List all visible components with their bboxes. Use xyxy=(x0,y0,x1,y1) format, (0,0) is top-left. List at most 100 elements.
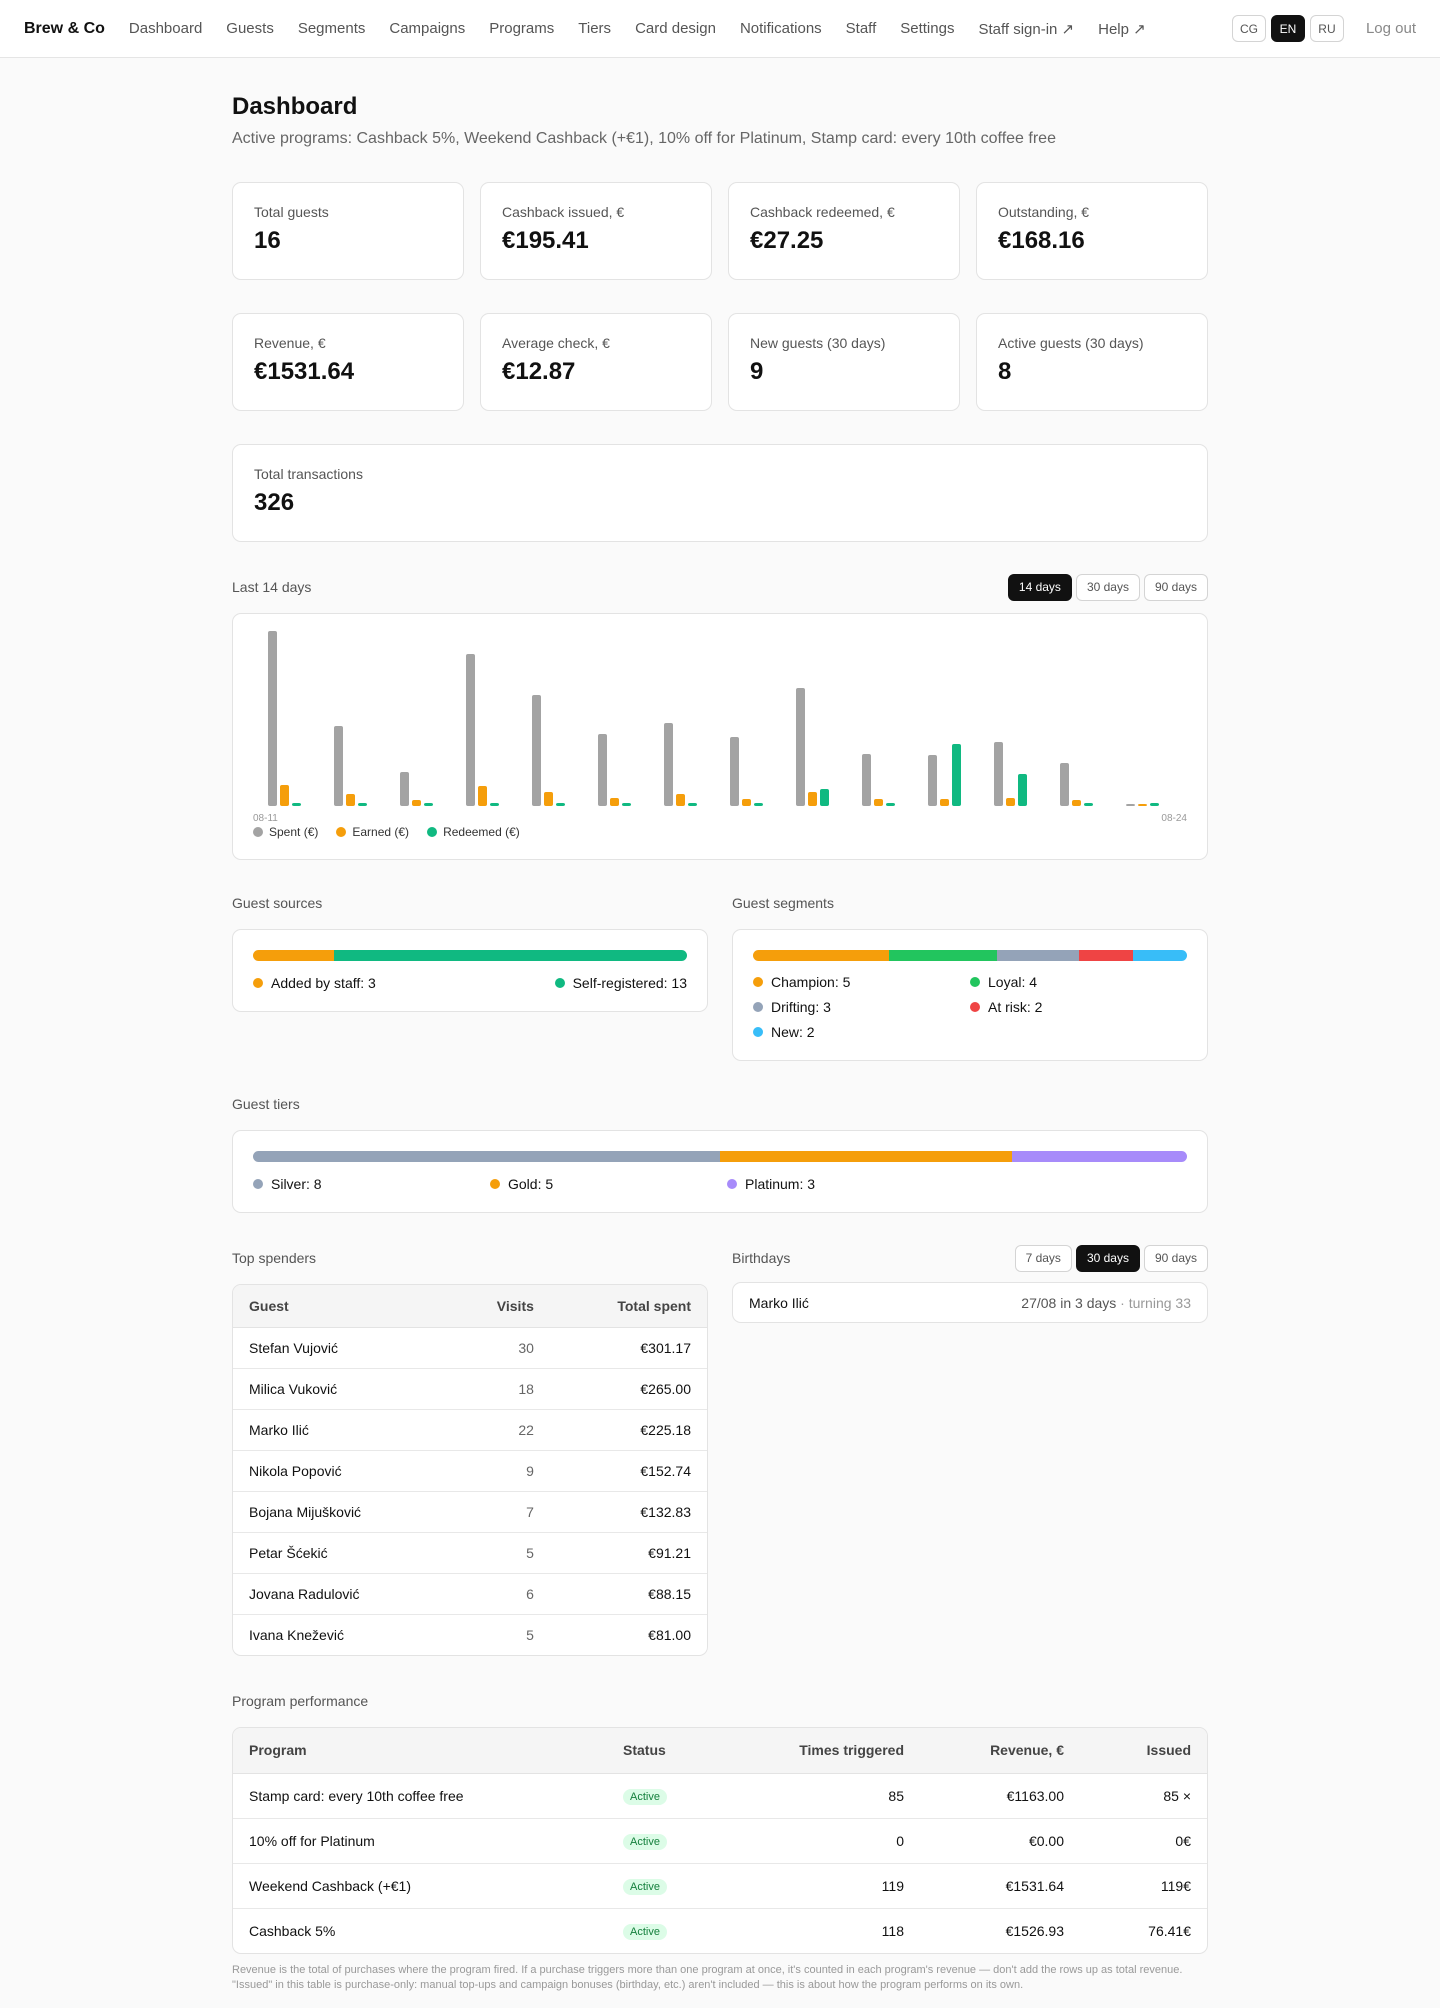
bar-redeemed-08-18[interactable] xyxy=(754,803,763,806)
logout-link[interactable]: Log out xyxy=(1366,20,1416,37)
nav-item-tiers[interactable]: Tiers xyxy=(578,20,611,37)
program-name[interactable]: Weekend Cashback (+€1) xyxy=(233,1863,607,1909)
table-row[interactable]: Stefan Vujović 30 €301.17 xyxy=(233,1327,707,1369)
language-button-cg[interactable]: CG xyxy=(1231,15,1266,42)
program-name[interactable]: Cashback 5% xyxy=(233,1908,607,1953)
birthday-guest-name[interactable]: Marko Ilić xyxy=(749,1295,809,1311)
nav-item-guests[interactable]: Guests xyxy=(226,20,274,37)
birthday-item[interactable]: Marko Ilić 27/08 in 3 days · turning 33 xyxy=(732,1282,1208,1323)
bar-redeemed-08-24[interactable] xyxy=(1150,803,1159,806)
bar-earned-08-16[interactable] xyxy=(610,798,619,806)
bar-spent-08-14[interactable] xyxy=(466,654,475,806)
program-name[interactable]: 10% off for Platinum xyxy=(233,1818,607,1864)
bar-spent-08-23[interactable] xyxy=(1060,763,1069,806)
nav-item-segments[interactable]: Segments xyxy=(298,20,366,37)
nav-item-card-design[interactable]: Card design xyxy=(635,20,716,37)
nav-item-staff[interactable]: Staff xyxy=(846,20,877,37)
language-button-en[interactable]: EN xyxy=(1270,15,1305,42)
range-button-30-days[interactable]: 30 days xyxy=(1075,1244,1140,1272)
bar-redeemed-08-22[interactable] xyxy=(1018,774,1027,806)
table-row[interactable]: Ivana Knežević 5 €81.00 xyxy=(233,1614,707,1655)
guest-name[interactable]: Stefan Vujović xyxy=(233,1327,448,1369)
bar-earned-08-19[interactable] xyxy=(808,792,817,806)
guest-name[interactable]: Nikola Popović xyxy=(233,1450,448,1492)
bar-spent-08-13[interactable] xyxy=(400,772,409,806)
bar-earned-08-13[interactable] xyxy=(412,800,421,806)
range-button-30-days[interactable]: 30 days xyxy=(1075,573,1140,601)
nav-item-settings[interactable]: Settings xyxy=(900,20,954,37)
table-row[interactable]: Nikola Popović 9 €152.74 xyxy=(233,1450,707,1492)
column-header-issued[interactable]: Issued xyxy=(1080,1728,1207,1774)
range-button-90-days[interactable]: 90 days xyxy=(1143,1244,1208,1272)
range-button-14-days[interactable]: 14 days xyxy=(1007,573,1072,601)
bar-earned-08-23[interactable] xyxy=(1072,800,1081,806)
bar-spent-08-20[interactable] xyxy=(862,754,871,806)
table-row[interactable]: Bojana Mijušković 7 €132.83 xyxy=(233,1491,707,1533)
nav-item-help[interactable]: Help ↗ xyxy=(1098,20,1146,38)
bar-spent-08-15[interactable] xyxy=(532,695,541,806)
guest-name[interactable]: Petar Šćekić xyxy=(233,1532,448,1574)
column-header-status[interactable]: Status xyxy=(607,1728,757,1774)
bar-redeemed-08-20[interactable] xyxy=(886,803,895,806)
bar-spent-08-24[interactable] xyxy=(1126,804,1135,806)
table-row[interactable]: Petar Šćekić 5 €91.21 xyxy=(233,1532,707,1574)
bar-redeemed-08-21[interactable] xyxy=(952,744,961,806)
bar-redeemed-08-14[interactable] xyxy=(490,803,499,806)
guest-name[interactable]: Marko Ilić xyxy=(233,1409,448,1451)
bar-redeemed-08-11[interactable] xyxy=(292,803,301,806)
bar-earned-08-11[interactable] xyxy=(280,785,289,806)
bar-earned-08-15[interactable] xyxy=(544,792,553,806)
bar-redeemed-08-17[interactable] xyxy=(688,803,697,806)
guest-name[interactable]: Milica Vuković xyxy=(233,1368,448,1410)
nav-item-notifications[interactable]: Notifications xyxy=(740,20,822,37)
bar-redeemed-08-23[interactable] xyxy=(1084,803,1093,806)
bar-earned-08-20[interactable] xyxy=(874,799,883,806)
bar-redeemed-08-12[interactable] xyxy=(358,803,367,806)
column-header-revenue[interactable]: Revenue, € xyxy=(920,1728,1080,1774)
column-header-program[interactable]: Program xyxy=(233,1728,607,1774)
bar-earned-08-21[interactable] xyxy=(940,799,949,806)
nav-item-programs[interactable]: Programs xyxy=(489,20,554,37)
column-header-total-spent[interactable]: Total spent xyxy=(549,1285,707,1328)
guest-name[interactable]: Ivana Knežević xyxy=(233,1614,447,1655)
table-row[interactable]: Stamp card: every 10th coffee free Activ… xyxy=(233,1773,1207,1819)
table-row[interactable]: 10% off for Platinum Active 0 €0.00 0€ xyxy=(233,1818,1207,1864)
language-button-ru[interactable]: RU xyxy=(1309,15,1344,42)
bar-redeemed-08-19[interactable] xyxy=(820,789,829,806)
guest-name[interactable]: Bojana Mijušković xyxy=(233,1491,448,1533)
bar-earned-08-18[interactable] xyxy=(742,799,751,806)
column-header-guest[interactable]: Guest xyxy=(233,1285,448,1328)
range-button-7-days[interactable]: 7 days xyxy=(1014,1244,1072,1272)
bar-redeemed-08-13[interactable] xyxy=(424,803,433,806)
table-row[interactable]: Marko Ilić 22 €225.18 xyxy=(233,1409,707,1451)
bar-earned-08-17[interactable] xyxy=(676,794,685,806)
nav-item-dashboard[interactable]: Dashboard xyxy=(129,20,202,37)
table-row[interactable]: Cashback 5% Active 118 €1526.93 76.41€ xyxy=(233,1908,1207,1953)
bar-spent-08-17[interactable] xyxy=(664,723,673,806)
range-button-90-days[interactable]: 90 days xyxy=(1143,573,1208,601)
table-row[interactable]: Weekend Cashback (+€1) Active 119 €1531.… xyxy=(233,1863,1207,1909)
bar-spent-08-16[interactable] xyxy=(598,734,607,806)
bar-earned-08-12[interactable] xyxy=(346,794,355,806)
bar-earned-08-14[interactable] xyxy=(478,786,487,806)
bar-redeemed-08-15[interactable] xyxy=(556,803,565,806)
guest-name[interactable]: Jovana Radulović xyxy=(233,1573,448,1615)
brand-logo[interactable]: Brew & Co xyxy=(24,20,105,38)
bar-spent-08-19[interactable] xyxy=(796,688,805,806)
bar-earned-08-24[interactable] xyxy=(1138,804,1147,806)
column-header-visits[interactable]: Visits xyxy=(447,1285,550,1328)
bar-spent-08-22[interactable] xyxy=(994,742,1003,806)
nav-item-staff-sign-in[interactable]: Staff sign-in ↗ xyxy=(978,20,1074,38)
bar-spent-08-11[interactable] xyxy=(268,631,277,806)
bar-earned-08-22[interactable] xyxy=(1006,798,1015,806)
nav-item-campaigns[interactable]: Campaigns xyxy=(389,20,465,37)
program-name[interactable]: Stamp card: every 10th coffee free xyxy=(233,1773,607,1819)
bar-spent-08-18[interactable] xyxy=(730,737,739,806)
column-header-times-triggered[interactable]: Times triggered xyxy=(757,1728,920,1774)
total-spent: €91.21 xyxy=(549,1532,707,1574)
table-row[interactable]: Jovana Radulović 6 €88.15 xyxy=(233,1573,707,1615)
table-row[interactable]: Milica Vuković 18 €265.00 xyxy=(233,1368,707,1410)
bar-spent-08-21[interactable] xyxy=(928,755,937,806)
bar-spent-08-12[interactable] xyxy=(334,726,343,806)
bar-redeemed-08-16[interactable] xyxy=(622,803,631,806)
